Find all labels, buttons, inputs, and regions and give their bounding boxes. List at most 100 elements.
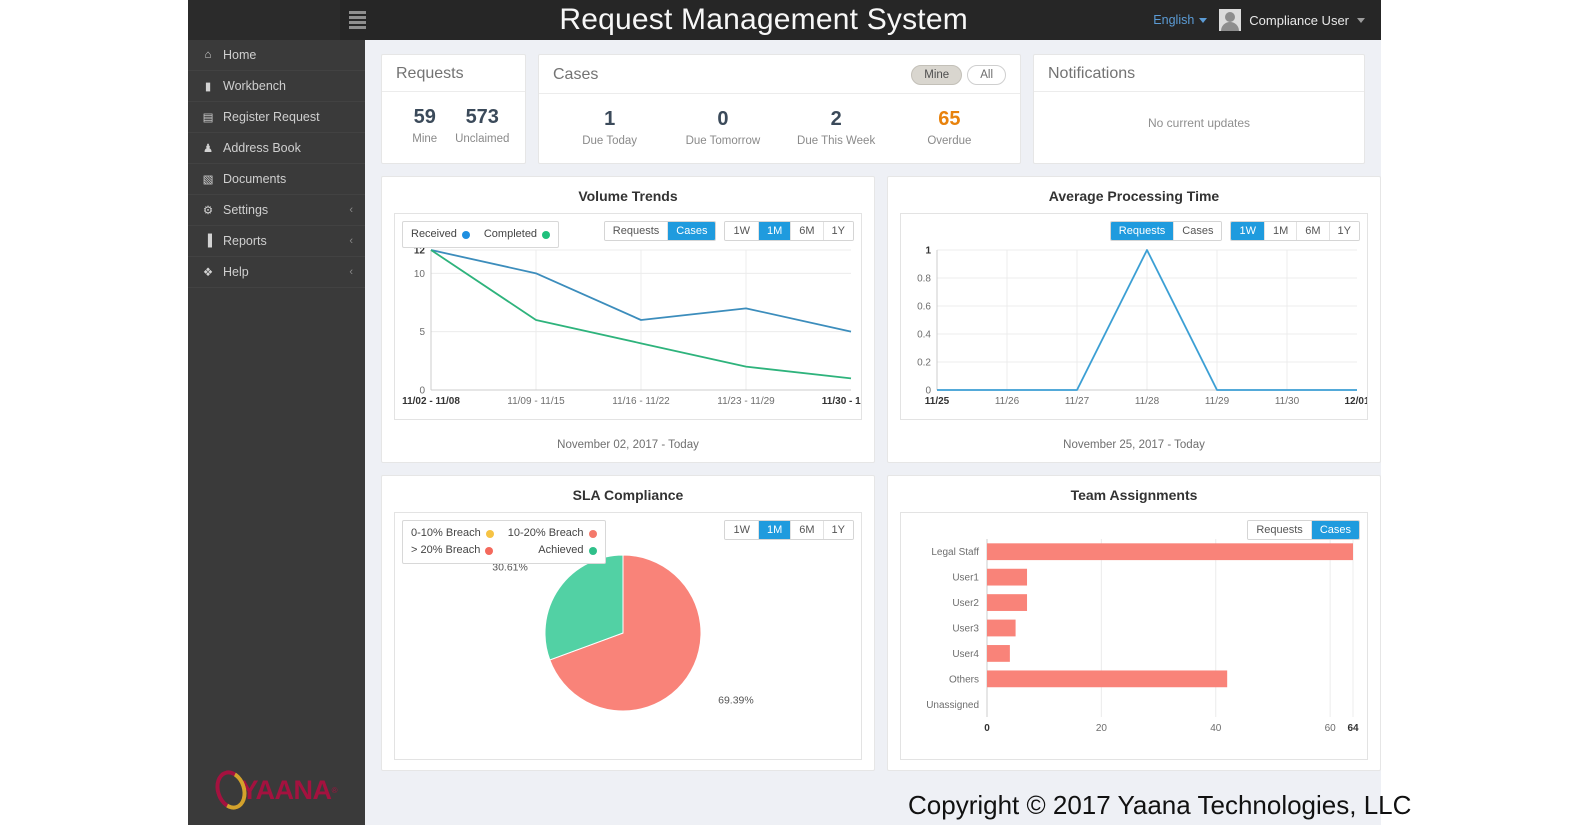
svg-text:11/23 - 11/29: 11/23 - 11/29 [717,396,775,407]
metric-label: Mine [412,133,438,145]
legend-item-received[interactable]: Received [411,226,470,243]
sla-compliance-toolbar: 1W 1M 6M 1Y [724,520,854,540]
metric-label: Overdue [927,135,972,147]
notifications-card-title: Notifications [1048,65,1136,82]
svg-text:69.39%: 69.39% [718,694,754,706]
sla-range-1w[interactable]: 1W [725,521,759,539]
legend-color-dot [588,546,597,555]
sidebar-item-reports[interactable]: ▐ Reports ‹ [188,226,365,257]
sla-legend-item-2[interactable]: > 20% Breach [411,542,494,559]
svg-text:User2: User2 [952,598,979,609]
svg-text:11/30: 11/30 [1275,396,1300,407]
cases-scope-toggle[interactable]: Mine All [911,65,1006,85]
svg-text:11/27: 11/27 [1065,396,1090,407]
team-assignments-entity-toggle[interactable]: Requests Cases [1247,520,1360,540]
avg-processing-range-toggle[interactable]: 1W 1M 6M 1Y [1230,221,1360,241]
sla-legend-item-3[interactable]: Achieved [538,542,597,559]
metric-value: 2 [830,108,842,130]
sla-legend-item-0[interactable]: 0-10% Breach [411,525,494,542]
legend-color-dot [485,529,494,538]
sidebar-item-address-book[interactable]: ♟ Address Book [188,133,365,164]
app-title: Request Management System [559,3,968,36]
ta-entity-cases[interactable]: Cases [1311,521,1359,539]
vt-range-1m[interactable]: 1M [758,222,792,240]
svg-text:11/09 - 11/15: 11/09 - 11/15 [507,396,565,407]
avg-processing-plot[interactable]: 0 0.2 0.4 0.6 0.8 1 11/25 11/26 11/27 11/28 11/29 1… [901,214,1370,419]
language-selector[interactable]: English [1153,13,1208,27]
legend-label: > 20% Breach [411,544,481,557]
vt-entity-requests[interactable]: Requests [604,222,669,240]
team-assignments-chart-body: Requests Cases 0 20 40 60 64 Legal Staff User1 U… [900,512,1368,760]
sla-range-6m[interactable]: 6M [791,521,824,539]
legend-color-dot [485,546,494,555]
notifications-card: Notifications No current updates [1033,54,1365,164]
users-icon: ♟ [202,143,214,155]
sidebar-item-home[interactable]: ⌂ Home [188,40,365,71]
header-brand-slot [188,0,340,40]
vt-range-6m[interactable]: 6M [791,222,824,240]
metric-value: 573 [465,106,499,128]
sla-range-1m[interactable]: 1M [758,521,792,539]
legend-label: Achieved [538,544,584,557]
ap-range-1w[interactable]: 1W [1231,222,1265,240]
ap-range-1y[interactable]: 1Y [1329,222,1359,240]
logo-text: YAANA [240,774,333,805]
logo-trademark: ® [331,785,338,795]
header-right-group: English Compliance User [1153,9,1381,31]
svg-text:User4: User4 [952,649,979,660]
ap-range-6m[interactable]: 6M [1297,222,1330,240]
volume-trends-entity-toggle[interactable]: Requests Cases [603,221,717,241]
svg-text:Others: Others [949,674,979,685]
vt-range-1w[interactable]: 1W [725,222,759,240]
metric-value: 1 [604,108,616,130]
ta-entity-requests[interactable]: Requests [1248,521,1312,539]
legend-color-dot [542,230,551,239]
team-assignments-toolbar: Requests Cases [1247,520,1360,540]
metric-due-tomorrow: 0 Due Tomorrow [666,108,779,147]
sidebar-item-settings[interactable]: ⚙ Settings ‹ [188,195,365,226]
cases-scope-all[interactable]: All [967,65,1006,85]
svg-text:1: 1 [925,246,931,257]
metric-overdue: 65 Overdue [893,108,1006,147]
user-menu[interactable]: Compliance User [1219,9,1365,31]
home-icon: ⌂ [204,49,212,61]
volume-trends-title: Volume Trends [578,188,678,204]
sidebar-item-help[interactable]: ❖ Help ‹ [188,257,365,288]
legend-color-dot [588,529,597,538]
book-icon: ▧ [202,174,214,186]
sidebar-item-workbench[interactable]: ▮ Workbench [188,71,365,102]
sla-compliance-range-toggle[interactable]: 1W 1M 6M 1Y [724,520,854,540]
chevron-down-icon [1357,17,1365,23]
team-assignments-card: Team Assignments Requests Cases 0 20 40 60 64… [887,475,1381,771]
svg-text:Unassigned: Unassigned [926,700,979,711]
team-assignments-plot[interactable]: 0 20 40 60 64 Legal Staff User1 User2 User3 User4… [901,513,1367,746]
sidebar-item-label: Help [223,265,249,279]
sla-range-1y[interactable]: 1Y [823,521,853,539]
svg-text:40: 40 [1210,723,1222,734]
metric-unclaimed: 573 Unclaimed [454,106,512,145]
metric-label: Due Today [582,135,638,147]
avg-processing-toolbar: Requests Cases 1W 1M 6M 1Y [1109,221,1360,241]
page-gutter-right [1381,0,1575,825]
sidebar-item-register-request[interactable]: ▤ Register Request [188,102,365,133]
legend-label: 0-10% Breach [411,527,481,539]
document-icon: ▤ [202,112,214,124]
hamburger-menu-icon[interactable] [340,0,374,40]
vt-range-1y[interactable]: 1Y [823,222,853,240]
sidebar-item-documents[interactable]: ▧ Documents [188,164,365,195]
cases-scope-mine[interactable]: Mine [911,65,963,85]
sidebar-item-label: Home [223,48,257,62]
ap-entity-requests[interactable]: Requests [1110,222,1175,240]
avg-processing-chart-body: Requests Cases 1W 1M 6M 1Y 0 0.2 0.4 0.6 0.8 1 11/… [900,213,1370,420]
notifications-empty-text: No current updates [1147,116,1251,130]
ap-range-1m[interactable]: 1M [1264,222,1298,240]
ap-entity-cases[interactable]: Cases [1174,222,1222,240]
legend-item-completed[interactable]: Completed [484,226,551,243]
metric-label: Unclaimed [455,133,510,145]
vt-entity-cases[interactable]: Cases [668,222,716,240]
avg-processing-entity-toggle[interactable]: Requests Cases [1109,221,1223,241]
cases-card: Cases Mine All 1 Due Today 0 Due Tomorrow 2 Du… [538,54,1021,164]
sla-legend-item-1[interactable]: 10-20% Breach [508,525,597,542]
sidebar-item-label: Settings [223,203,269,217]
volume-trends-range-toggle[interactable]: 1W 1M 6M 1Y [724,221,854,241]
